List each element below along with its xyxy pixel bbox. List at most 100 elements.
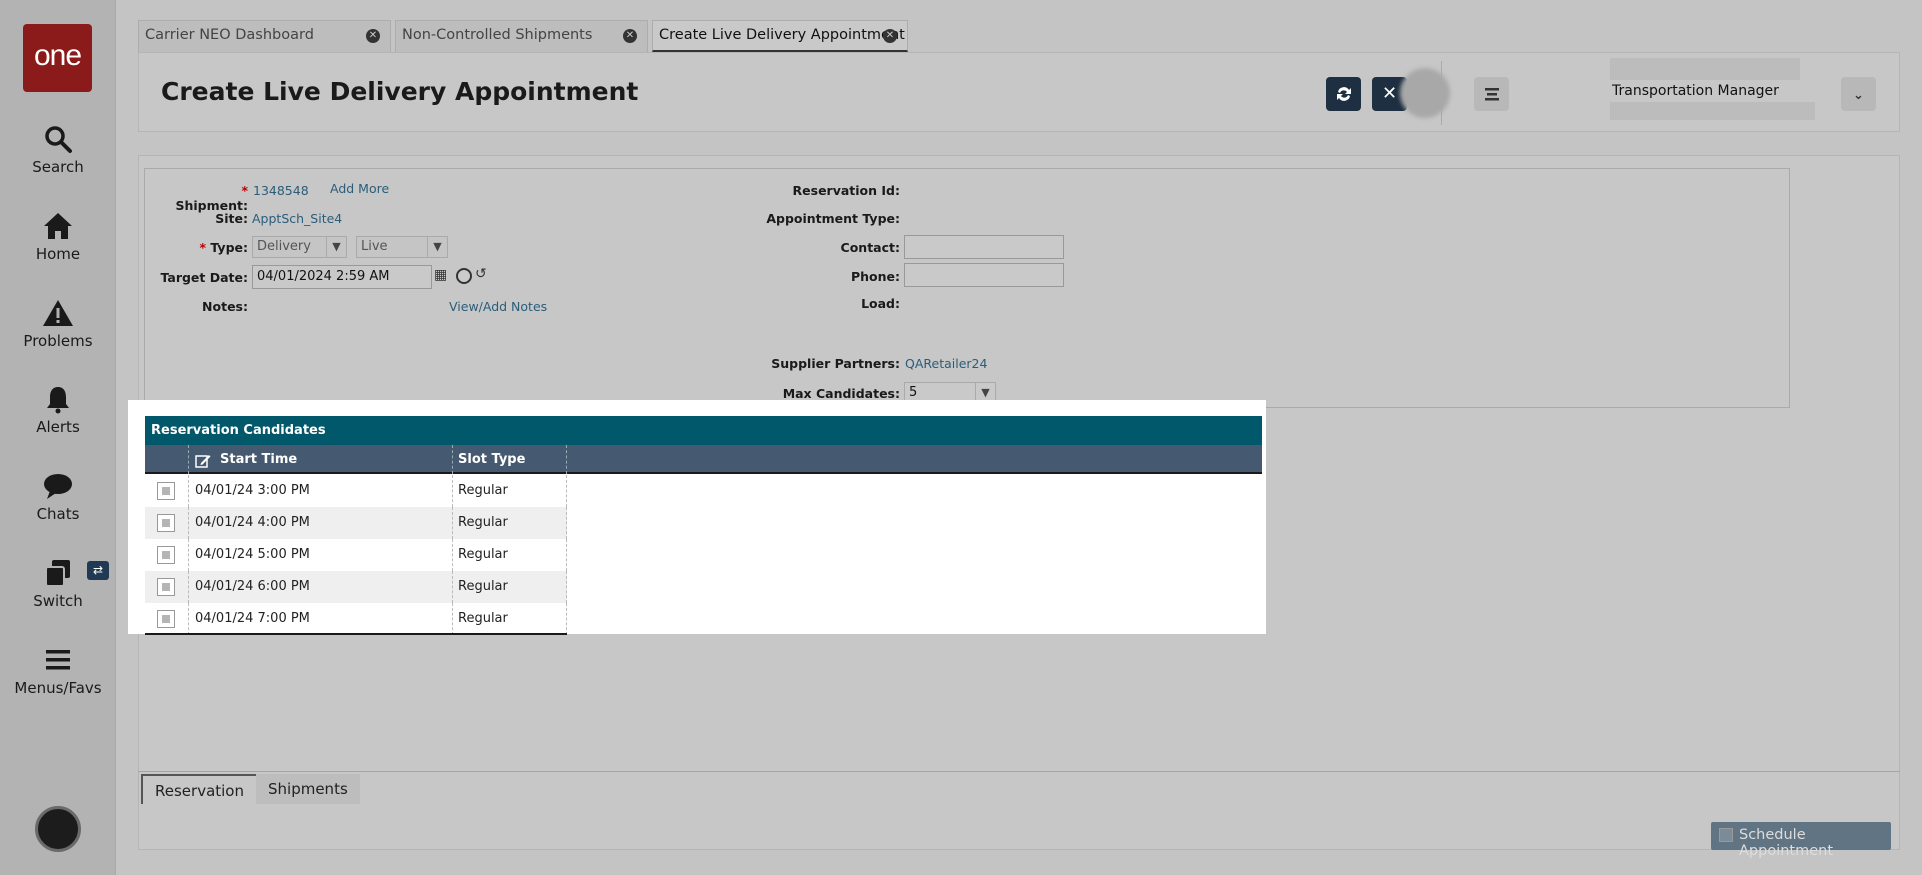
schedule-appointment-button[interactable]: Schedule Appointment [1711, 822, 1891, 859]
type-mode-value: Live [361, 239, 388, 254]
left-nav: one Search Home Problems Alerts Chats Sw… [0, 0, 116, 875]
max-candidates-label: Max Candidates: [782, 386, 900, 401]
add-more-link[interactable]: Add More [330, 181, 389, 196]
table-row[interactable]: 04/01/24 6:00 PM Regular [145, 571, 567, 603]
row-checkbox[interactable] [157, 546, 175, 564]
nav-search[interactable]: Search [0, 124, 116, 176]
chevron-down-icon: ▼ [326, 237, 346, 257]
chevron-down-icon: ⌄ [1853, 88, 1864, 103]
refresh-icon [1336, 87, 1351, 101]
slot-type-cell: Regular [458, 547, 508, 562]
start-time-cell: 04/01/24 3:00 PM [195, 483, 310, 498]
home-icon [44, 213, 72, 239]
calendar-icon[interactable]: ▦ [434, 267, 450, 285]
close-x-icon: ✕ [1381, 83, 1398, 104]
supplier-partners-value[interactable]: QARetailer24 [905, 356, 987, 371]
nav-alerts[interactable]: Alerts [0, 384, 116, 436]
user-avatar-icon[interactable] [35, 806, 81, 852]
bottom-tabs-divider [138, 771, 1900, 772]
grid-bottom-border [145, 633, 567, 635]
tab-label: Create Live Delivery Appointment [659, 27, 905, 43]
shipment-value[interactable]: 1348548 [253, 183, 309, 198]
start-time-cell: 04/01/24 5:00 PM [195, 547, 310, 562]
row-checkbox[interactable] [157, 578, 175, 596]
table-row[interactable]: 04/01/24 4:00 PM Regular [145, 507, 567, 539]
site-value[interactable]: ApptSch_Site4 [252, 211, 342, 226]
schedule-appointment-label: Schedule Appointment [1739, 827, 1834, 859]
nav-home[interactable]: Home [0, 211, 116, 263]
column-divider [188, 445, 189, 474]
view-add-notes-link[interactable]: View/Add Notes [449, 299, 547, 314]
column-divider [566, 445, 567, 474]
nav-home-label: Home [35, 245, 81, 263]
hamburger-icon [1484, 88, 1499, 101]
appointment-type-label: Appointment Type: [766, 211, 900, 226]
grid-title: Reservation Candidates [145, 416, 1262, 445]
close-icon[interactable]: ✕ [366, 29, 380, 43]
max-candidates-value: 5 [909, 385, 918, 400]
bell-icon [47, 387, 69, 414]
slot-type-cell: Regular [458, 483, 508, 498]
table-row[interactable]: 04/01/24 3:00 PM Regular [145, 475, 567, 507]
timezone-icon[interactable]: ↺ [475, 266, 487, 282]
refresh-button[interactable] [1326, 77, 1361, 111]
check-icon [1719, 828, 1733, 842]
app-logo[interactable]: one [23, 24, 92, 92]
table-row[interactable]: 04/01/24 7:00 PM Regular [145, 603, 567, 635]
type-select-value: Delivery [257, 239, 311, 254]
row-checkbox[interactable] [157, 482, 175, 500]
type-label: * Type: [199, 240, 248, 255]
tab-label: Non-Controlled Shipments [402, 27, 593, 43]
notes-label: Notes: [202, 299, 248, 314]
column-start-time[interactable]: Start Time [220, 452, 297, 467]
nav-search-label: Search [32, 158, 84, 176]
tab-label: Carrier NEO Dashboard [145, 27, 314, 43]
edit-icon[interactable] [195, 453, 211, 473]
target-date-input[interactable]: 04/01/2024 2:59 AM [252, 265, 432, 289]
search-icon [45, 126, 72, 153]
user-role: Transportation Manager [1612, 83, 1779, 99]
row-checkbox[interactable] [157, 514, 175, 532]
nav-problems[interactable]: Problems [0, 298, 116, 350]
column-slot-type[interactable]: Slot Type [458, 452, 525, 467]
start-time-cell: 04/01/24 4:00 PM [195, 515, 310, 530]
nav-menus-favs-label: Menus/Favs [14, 679, 102, 697]
close-icon[interactable]: ✕ [883, 29, 897, 43]
hamburger-icon [46, 650, 70, 670]
user-menu-chevron[interactable]: ⌄ [1841, 77, 1876, 111]
nav-chats[interactable]: Chats [0, 471, 116, 523]
tab-carrier-neo-dashboard[interactable]: Carrier NEO Dashboard ✕ [138, 20, 391, 52]
close-icon[interactable]: ✕ [623, 29, 637, 43]
start-time-cell: 04/01/24 7:00 PM [195, 611, 310, 626]
chevron-down-icon: ▼ [427, 237, 447, 257]
warning-icon [43, 300, 73, 326]
menu-button[interactable] [1474, 77, 1509, 111]
table-row[interactable]: 04/01/24 5:00 PM Regular [145, 539, 567, 571]
row-checkbox[interactable] [157, 610, 175, 628]
type-select[interactable]: Delivery ▼ [252, 236, 347, 258]
nav-switch-label: Switch [33, 592, 83, 610]
tab-create-live-delivery-appointment[interactable]: Create Live Delivery Appointment ✕ [652, 20, 908, 52]
swap-icon[interactable]: ⇄ [87, 561, 109, 580]
user-avatar[interactable] [1400, 68, 1450, 118]
contact-label: Contact: [840, 240, 900, 255]
slot-type-cell: Regular [458, 579, 508, 594]
start-time-cell: 04/01/24 6:00 PM [195, 579, 310, 594]
phone-input[interactable] [904, 263, 1064, 287]
user-org-redacted [1610, 102, 1815, 120]
nav-chats-label: Chats [36, 505, 80, 523]
type-mode-select[interactable]: Live ▼ [356, 236, 448, 258]
clock-icon[interactable] [456, 268, 472, 284]
switch-icon [45, 560, 70, 587]
load-label: Load: [861, 296, 900, 311]
grid-header: Start Time Slot Type [145, 445, 1262, 474]
user-name-redacted [1610, 58, 1800, 80]
column-divider [452, 445, 453, 474]
nav-alerts-label: Alerts [36, 418, 80, 436]
tab-shipments[interactable]: Shipments [256, 774, 360, 804]
tab-reservation[interactable]: Reservation [141, 774, 258, 804]
shipment-label: * Shipment: [175, 183, 248, 213]
contact-input[interactable] [904, 235, 1064, 259]
tab-non-controlled-shipments[interactable]: Non-Controlled Shipments ✕ [395, 20, 648, 52]
nav-menus-favs[interactable]: Menus/Favs [0, 645, 116, 697]
